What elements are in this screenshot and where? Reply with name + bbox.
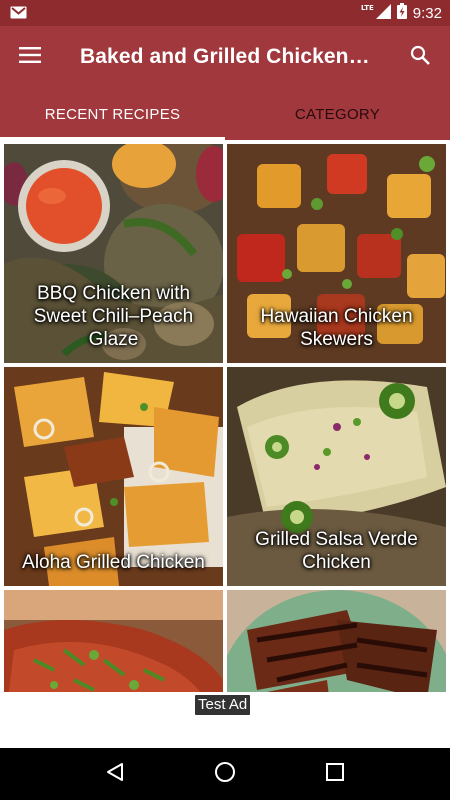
search-button[interactable] bbox=[390, 26, 450, 88]
recipe-title: Grilled Salsa Verde Chicken bbox=[255, 529, 418, 573]
test-ad-label[interactable]: Test Ad bbox=[195, 695, 251, 715]
recents-button[interactable] bbox=[309, 748, 361, 800]
home-button[interactable] bbox=[199, 748, 251, 800]
app-bar: Baked and Grilled Chicken R… bbox=[0, 26, 450, 88]
tab-bar: RECENT RECIPES CATEGORY bbox=[0, 88, 450, 140]
status-time: 9:32 bbox=[412, 4, 442, 22]
gmail-icon bbox=[10, 4, 27, 23]
recipe-title: Hawaiian Chicken Skewers bbox=[260, 306, 413, 350]
status-bar: LTE 9:32 bbox=[0, 0, 450, 26]
recipe-card[interactable]: Hawaiian Chicken Skewers bbox=[227, 144, 446, 363]
app-title: Baked and Grilled Chicken R… bbox=[80, 45, 390, 68]
back-button[interactable] bbox=[89, 748, 141, 800]
recipe-card[interactable] bbox=[4, 590, 223, 692]
recents-icon bbox=[326, 763, 344, 785]
search-icon bbox=[410, 45, 430, 69]
recipe-title: Aloha Grilled Chicken bbox=[22, 552, 205, 573]
menu-icon bbox=[19, 47, 41, 67]
recipe-card[interactable]: BBQ Chicken with Sweet Chili–Peach Glaze bbox=[4, 144, 223, 363]
recipe-image bbox=[227, 590, 446, 692]
recipe-card[interactable]: Grilled Salsa Verde Chicken bbox=[227, 367, 446, 586]
back-icon bbox=[105, 762, 125, 786]
signal-icon bbox=[375, 3, 391, 23]
battery-charging-icon bbox=[396, 3, 407, 23]
tab-category[interactable]: CATEGORY bbox=[225, 88, 450, 140]
menu-button[interactable] bbox=[0, 26, 60, 88]
navigation-bar bbox=[0, 748, 450, 800]
recipe-card[interactable]: Aloha Grilled Chicken bbox=[4, 367, 223, 586]
recipe-grid: BBQ Chicken with Sweet Chili–Peach Glaze… bbox=[0, 140, 450, 692]
network-type: LTE bbox=[360, 4, 374, 12]
recipe-card[interactable] bbox=[227, 590, 446, 692]
recipe-title: BBQ Chicken with Sweet Chili–Peach Glaze bbox=[33, 283, 194, 350]
home-icon bbox=[214, 761, 236, 787]
recipe-image bbox=[4, 590, 223, 692]
tab-recent-recipes[interactable]: RECENT RECIPES bbox=[0, 88, 225, 140]
